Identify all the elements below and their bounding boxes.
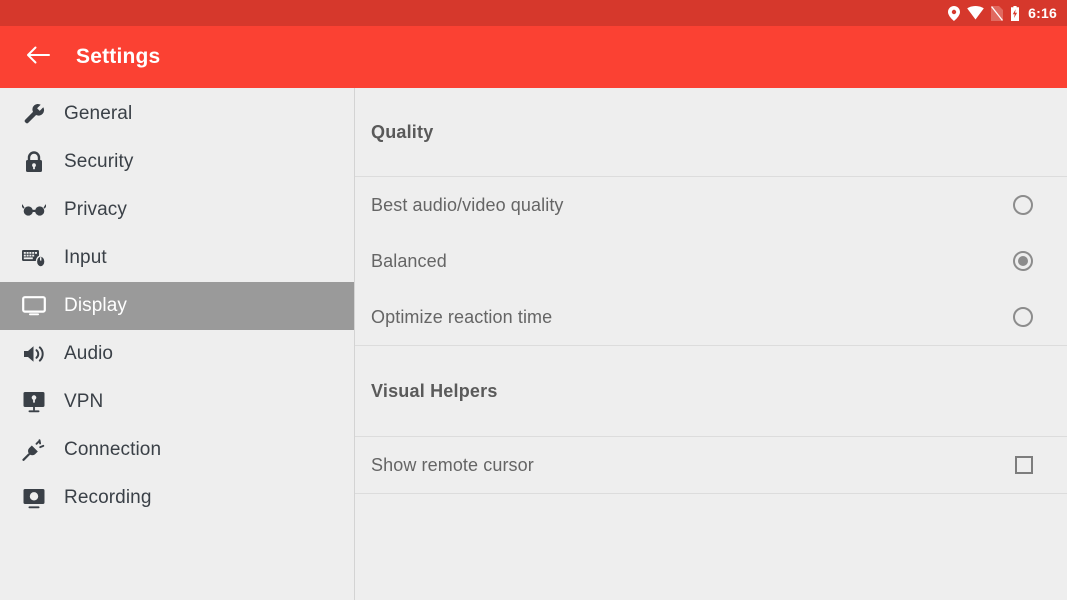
glasses-icon <box>22 198 46 222</box>
sidebar-item-label: Privacy <box>64 199 127 220</box>
speaker-icon <box>22 342 46 366</box>
keyboard-mouse-icon <box>22 246 46 270</box>
vpn-monitor-icon <box>22 390 46 414</box>
divider <box>355 493 1067 494</box>
location-icon <box>948 5 961 21</box>
option-label: Balanced <box>371 250 447 271</box>
sidebar-item-label: Display <box>64 295 127 316</box>
sidebar-item-label: Security <box>64 151 134 172</box>
settings-sidebar: General Security Privacy Input Display A… <box>0 88 355 600</box>
option-label: Best audio/video quality <box>371 194 564 215</box>
sidebar-item-vpn[interactable]: VPN <box>0 378 354 426</box>
battery-charging-icon <box>1010 5 1020 21</box>
sidebar-item-label: Input <box>64 247 107 268</box>
option-label: Optimize reaction time <box>371 306 553 327</box>
radio-balanced[interactable] <box>1013 251 1033 271</box>
sidebar-item-label: VPN <box>64 391 104 412</box>
sidebar-item-label: Connection <box>64 439 162 460</box>
section-title-quality: Quality <box>371 121 434 142</box>
sidebar-item-display[interactable]: Display <box>0 282 354 330</box>
sidebar-item-audio[interactable]: Audio <box>0 330 354 378</box>
sidebar-item-security[interactable]: Security <box>0 138 354 186</box>
sidebar-item-privacy[interactable]: Privacy <box>0 186 354 234</box>
sim-missing-icon <box>991 5 1004 21</box>
settings-detail-panel: Quality Best audio/video quality Balance… <box>355 88 1067 600</box>
sidebar-item-connection[interactable]: Connection <box>0 426 354 474</box>
record-monitor-icon <box>22 486 46 510</box>
sidebar-item-input[interactable]: Input <box>0 234 354 282</box>
status-bar-icons <box>948 5 1020 21</box>
sidebar-item-label: General <box>64 103 133 124</box>
option-label: Show remote cursor <box>371 454 534 475</box>
plug-icon <box>22 438 46 462</box>
back-button[interactable] <box>14 33 62 81</box>
checkbox-show-remote-cursor[interactable] <box>1015 456 1033 474</box>
app-bar: Settings <box>0 26 1067 88</box>
sidebar-item-label: Recording <box>64 487 152 508</box>
settings-screen: 6:16 Settings General Security Privacy I… <box>0 0 1067 600</box>
status-bar: 6:16 <box>0 0 1067 26</box>
content-area: General Security Privacy Input Display A… <box>0 88 1067 600</box>
sidebar-item-label: Audio <box>64 343 114 364</box>
radio-best-quality[interactable] <box>1013 195 1033 215</box>
page-title: Settings <box>76 45 161 68</box>
option-row-best-quality[interactable]: Best audio/video quality <box>355 177 1067 233</box>
back-arrow-icon <box>26 45 50 70</box>
wifi-icon <box>967 6 984 20</box>
option-row-show-remote-cursor[interactable]: Show remote cursor <box>355 437 1067 493</box>
lock-icon <box>22 150 46 174</box>
option-row-balanced[interactable]: Balanced <box>355 233 1067 289</box>
radio-optimize-reaction-time[interactable] <box>1013 307 1033 327</box>
sidebar-item-recording[interactable]: Recording <box>0 474 354 522</box>
option-row-optimize-reaction-time[interactable]: Optimize reaction time <box>355 289 1067 345</box>
sidebar-item-general[interactable]: General <box>0 90 354 138</box>
section-title-visual-helpers: Visual Helpers <box>371 380 498 401</box>
wrench-icon <box>22 102 46 126</box>
status-bar-clock: 6:16 <box>1028 5 1057 21</box>
monitor-icon <box>22 294 46 318</box>
